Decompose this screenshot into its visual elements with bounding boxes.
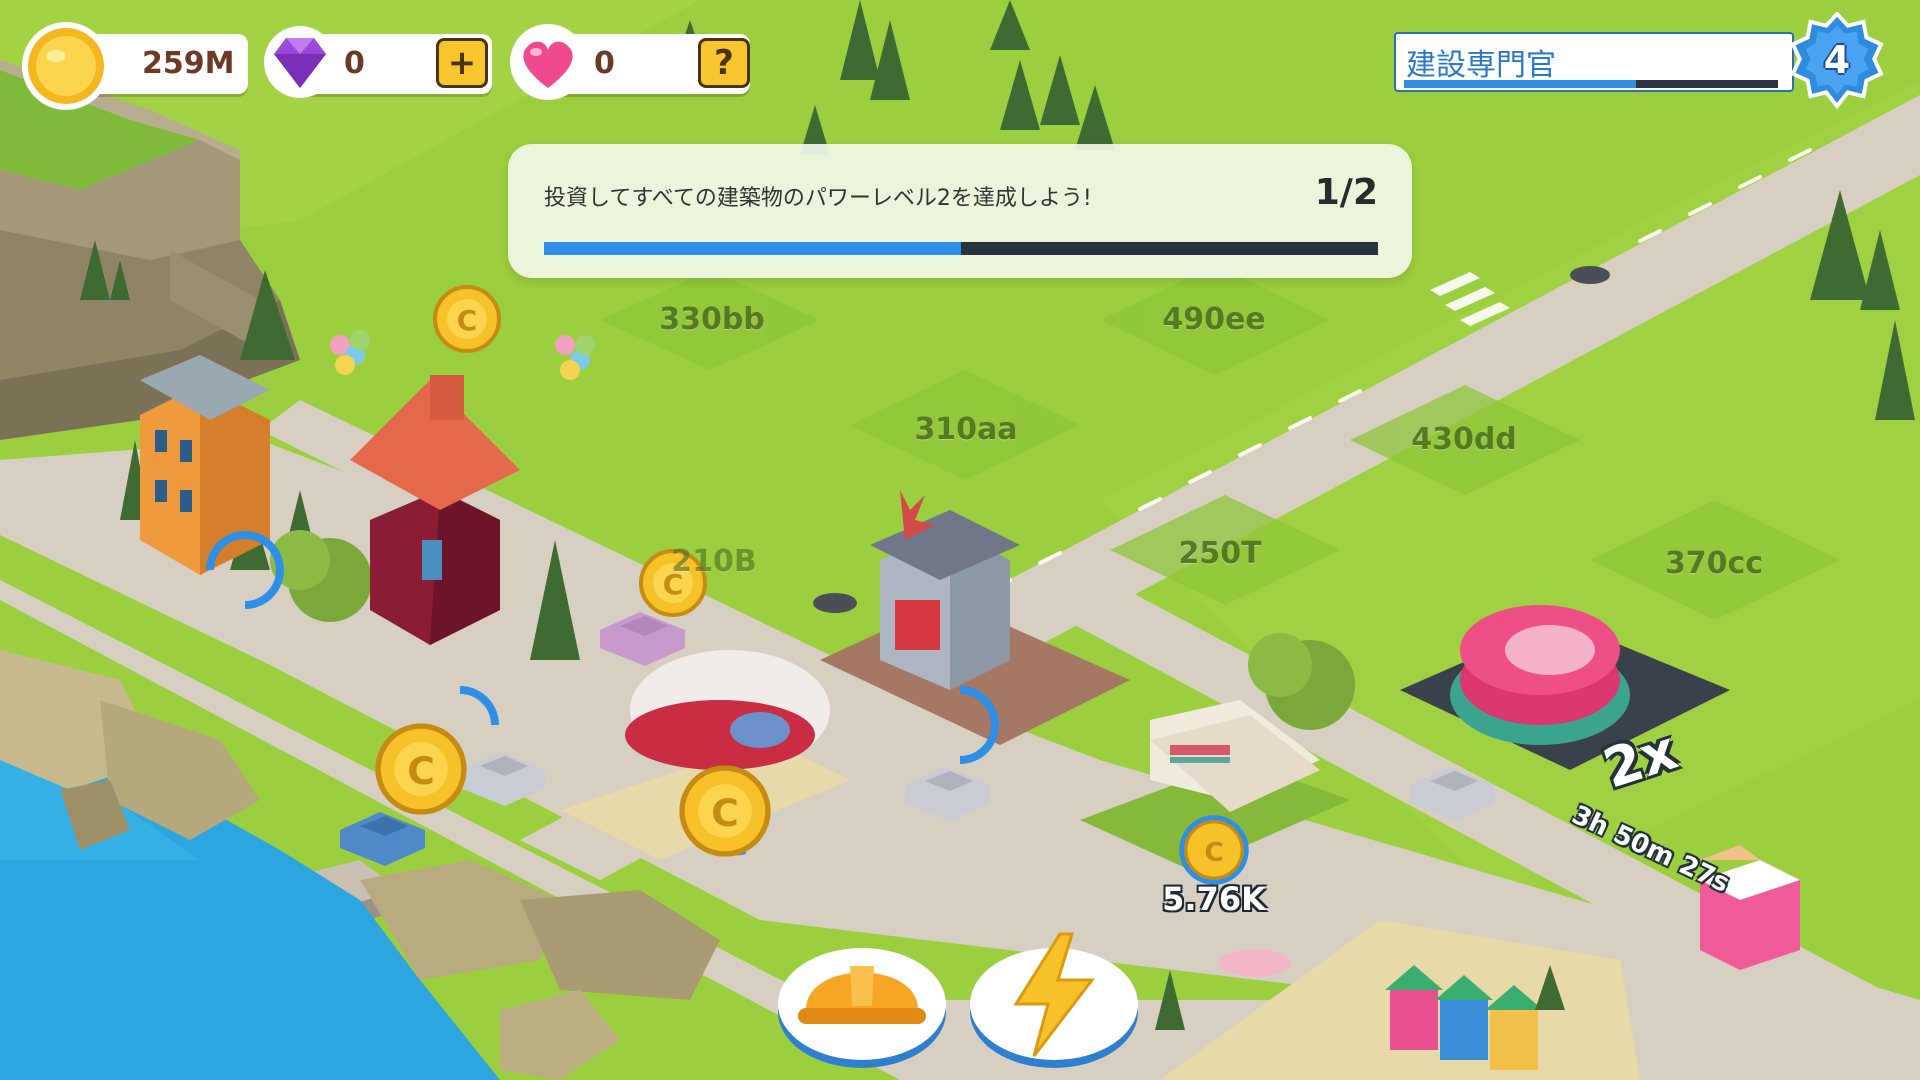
quest-progress-count: 1/2: [1314, 172, 1378, 213]
quest-panel[interactable]: 投資してすべての建築物のパワーレベル2を達成しよう! 1/2: [508, 144, 1412, 278]
svg-text:C: C: [1204, 838, 1223, 868]
quest-progress-bar: [544, 242, 1378, 255]
plot-price-label[interactable]: 210B: [671, 544, 757, 579]
boost-button[interactable]: [968, 920, 1140, 1070]
building-apartment[interactable]: [140, 355, 270, 575]
gems-amount: 0: [344, 46, 365, 81]
plot-price-label[interactable]: 490ee: [1162, 302, 1265, 337]
plot-price-label[interactable]: 330bb: [659, 302, 765, 337]
gem-icon: [264, 26, 336, 98]
coin-icon: [22, 22, 110, 110]
quest-progress-fill: [544, 242, 961, 255]
income-coin-icon[interactable]: C: [1176, 812, 1252, 888]
xp-bar-fill: [1404, 80, 1636, 88]
player-title: 建設専門官: [1406, 48, 1556, 83]
income-amount: 5.76K: [1162, 880, 1266, 918]
coin-pickup[interactable]: C: [374, 722, 468, 816]
build-button[interactable]: [776, 920, 948, 1070]
hearts-amount: 0: [594, 46, 615, 81]
svg-text:C: C: [711, 791, 739, 835]
player-level: 4: [1823, 38, 1851, 82]
svg-text:C: C: [407, 749, 435, 793]
add-gems-button[interactable]: +: [436, 38, 488, 88]
plot-price-label[interactable]: 310aa: [914, 412, 1017, 447]
coins-amount: 259M: [142, 46, 235, 81]
help-button[interactable]: ?: [698, 38, 750, 88]
svg-text:C: C: [457, 304, 478, 337]
quest-description: 投資してすべての建築物のパワーレベル2を達成しよう!: [544, 186, 1092, 211]
plot-price-label[interactable]: 370cc: [1665, 546, 1763, 581]
coin-pickup[interactable]: C: [678, 764, 772, 858]
xp-bar: [1404, 80, 1778, 88]
plot-price-label[interactable]: 250T: [1178, 536, 1261, 571]
player-title-box[interactable]: 建設専門官: [1394, 32, 1794, 92]
heart-icon: [510, 24, 586, 100]
plot-price-label[interactable]: 430dd: [1411, 422, 1517, 457]
coin-pickup[interactable]: C: [432, 284, 502, 354]
